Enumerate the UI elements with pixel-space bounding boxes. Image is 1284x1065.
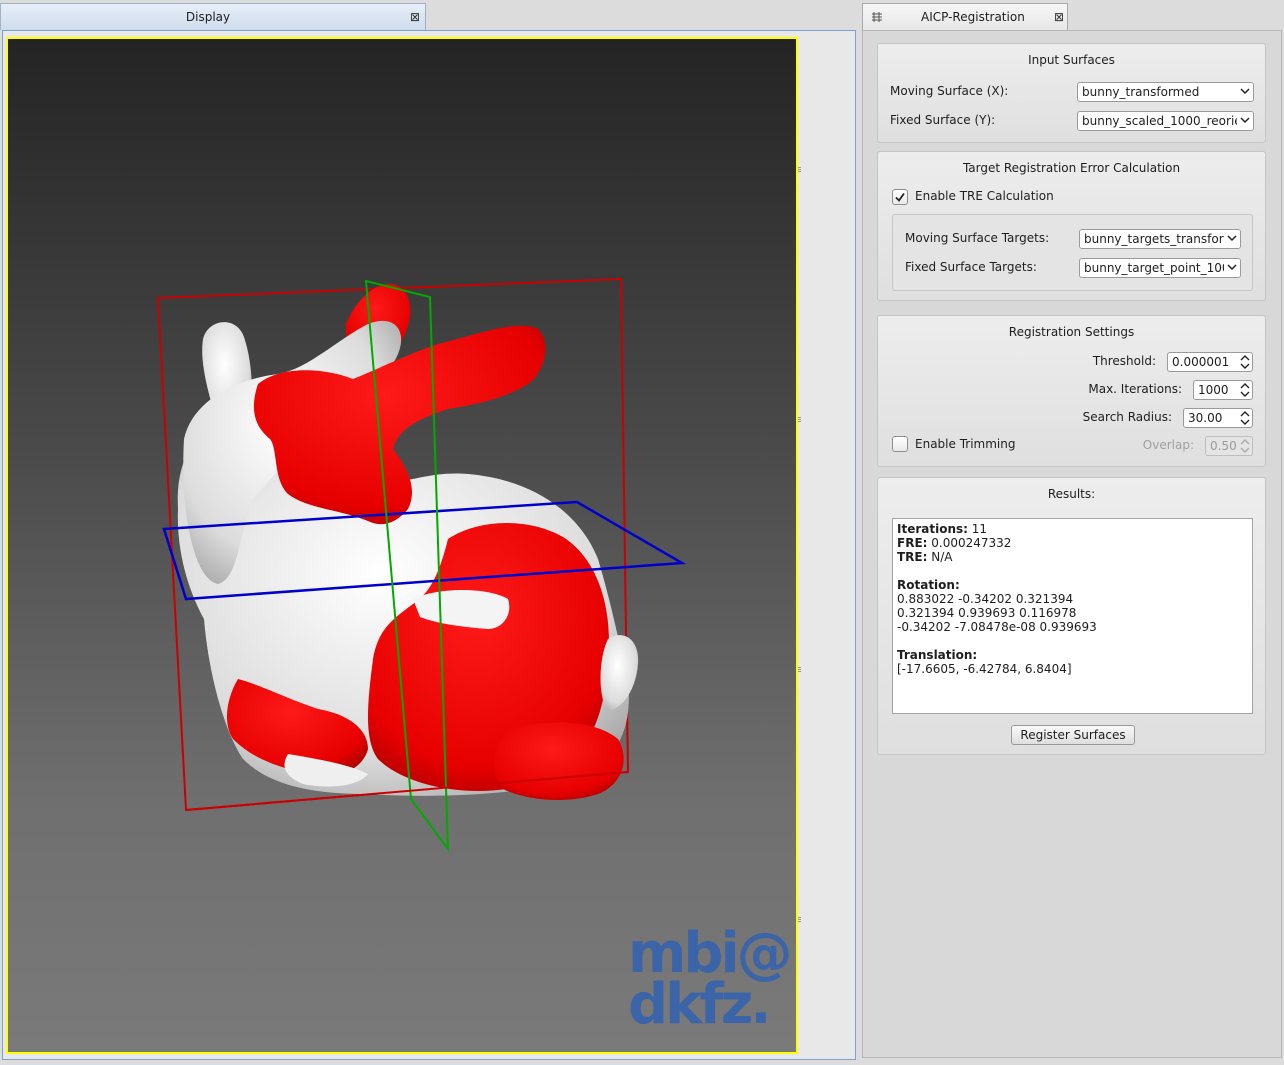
chevron-down-icon	[1237, 112, 1253, 130]
results-text-box[interactable]: Iterations: 11 FRE: 0.000247332 TRE: N/A…	[892, 518, 1253, 714]
iterations-value: 11	[971, 522, 988, 536]
display-panel: Display ⊠ mbi@ dkfz.	[0, 0, 858, 1065]
spin-value: 30.00	[1188, 411, 1223, 425]
tab-display-label: Display	[185, 10, 231, 24]
plugin-body: Input Surfaces Moving Surface (X): bunny…	[862, 30, 1282, 1058]
tre-label: TRE:	[897, 550, 928, 564]
group-title: Registration Settings	[1008, 325, 1135, 339]
translation-value: [-17.6605, -6.42784, 6.8404]	[897, 662, 1072, 676]
tre-group: Target Registration Error Calculation En…	[877, 151, 1266, 301]
combo-value: bunny_targets_transform	[1084, 232, 1236, 246]
fixed-surface-label: Fixed Surface (Y):	[890, 113, 996, 127]
max-iterations-label: Max. Iterations:	[1088, 382, 1182, 396]
max-iterations-spinbox[interactable]: 1000	[1193, 380, 1253, 400]
group-title: Input Surfaces	[1028, 53, 1115, 67]
chevron-down-icon	[1237, 83, 1253, 101]
registration-settings-group: Registration Settings Threshold: 0.00000…	[877, 315, 1266, 467]
mbi-dkfz-logo: mbi@ dkfz.	[628, 921, 793, 1037]
fre-value: 0.000247332	[931, 536, 1012, 550]
translation-label: Translation:	[897, 648, 978, 662]
combo-value: bunny_scaled_1000_reorie	[1082, 114, 1242, 128]
logo-line2: dkfz.	[628, 972, 769, 1037]
chevron-down-icon	[1224, 259, 1240, 277]
splitter-handle	[798, 667, 801, 673]
combo-value: bunny_transformed	[1082, 85, 1200, 99]
enable-tre-label: Enable TRE Calculation	[915, 189, 1054, 203]
close-icon[interactable]: ⊠	[1053, 11, 1065, 23]
spin-value: 0.000001	[1172, 355, 1230, 369]
fre-label: FRE:	[897, 536, 928, 550]
tab-display[interactable]: Display ⊠	[0, 3, 426, 30]
threshold-spinbox[interactable]: 0.000001	[1167, 352, 1253, 372]
spin-arrows-icon[interactable]	[1240, 383, 1250, 397]
rotation-label: Rotation:	[897, 578, 960, 592]
moving-targets-combo[interactable]: bunny_targets_transform	[1079, 229, 1241, 249]
checkmark-icon	[895, 192, 905, 202]
tab-aicp-label: AICP-Registration	[921, 10, 1025, 24]
search-radius-spinbox[interactable]: 30.00	[1183, 408, 1253, 428]
splitter-handle	[798, 917, 801, 923]
overlap-spinbox[interactable]: 0.50	[1205, 436, 1253, 456]
combo-value: bunny_target_point_100	[1084, 261, 1230, 275]
tre-value: N/A	[931, 550, 953, 564]
spin-arrows-icon[interactable]	[1240, 411, 1250, 425]
rotation-row: 0.883022 -0.34202 0.321394	[897, 592, 1074, 606]
fixed-targets-label: Fixed Surface Targets:	[905, 260, 1037, 274]
rotation-row: -0.34202 -7.08478e-08 0.939693	[897, 620, 1097, 634]
overlap-label: Overlap:	[1142, 438, 1194, 452]
register-surfaces-button[interactable]: Register Surfaces	[1011, 725, 1135, 745]
bunny-rear-foot	[493, 722, 624, 801]
enable-tre-checkbox[interactable]	[892, 189, 908, 205]
spin-arrows-icon	[1240, 439, 1250, 453]
tab-aicp-registration[interactable]: AICP-Registration ⊠	[862, 3, 1068, 30]
tre-targets-group: Moving Surface Targets: bunny_targets_tr…	[892, 214, 1253, 291]
splitter-handle	[798, 417, 801, 423]
spin-arrows-icon[interactable]	[1240, 355, 1250, 369]
spin-value: 1000	[1198, 383, 1229, 397]
bunny-scene: mbi@ dkfz.	[156, 277, 793, 1037]
moving-surface-label: Moving Surface (X):	[890, 84, 1009, 98]
group-title: Results:	[1047, 487, 1096, 501]
fixed-surface-combo[interactable]: bunny_scaled_1000_reorie	[1077, 111, 1254, 131]
input-surfaces-group: Input Surfaces Moving Surface (X): bunny…	[877, 43, 1266, 143]
threshold-label: Threshold:	[1092, 354, 1156, 368]
bunny-tail	[600, 635, 639, 711]
spin-value: 0.50	[1210, 439, 1237, 453]
results-group: Results: Iterations: 11 FRE: 0.000247332…	[877, 477, 1266, 755]
rotation-row: 0.321394 0.939693 0.116978	[897, 606, 1077, 620]
close-icon[interactable]: ⊠	[409, 11, 421, 23]
fixed-targets-combo[interactable]: bunny_target_point_100	[1079, 258, 1241, 278]
chevron-down-icon	[1224, 230, 1240, 248]
moving-targets-label: Moving Surface Targets:	[905, 231, 1050, 245]
enable-trimming-label: Enable Trimming	[915, 437, 1016, 451]
group-title: Target Registration Error Calculation	[962, 161, 1181, 175]
enable-trimming-checkbox[interactable]	[892, 436, 908, 452]
splitter-handle	[798, 167, 801, 173]
plugin-icon	[872, 12, 882, 22]
render-window-3d[interactable]: mbi@ dkfz.	[6, 37, 798, 1054]
plugin-panel: AICP-Registration ⊠ Input Surfaces Movin…	[860, 0, 1284, 1065]
moving-surface-combo[interactable]: bunny_transformed	[1077, 82, 1254, 102]
iterations-label: Iterations:	[897, 522, 968, 536]
search-radius-label: Search Radius:	[1082, 410, 1172, 424]
